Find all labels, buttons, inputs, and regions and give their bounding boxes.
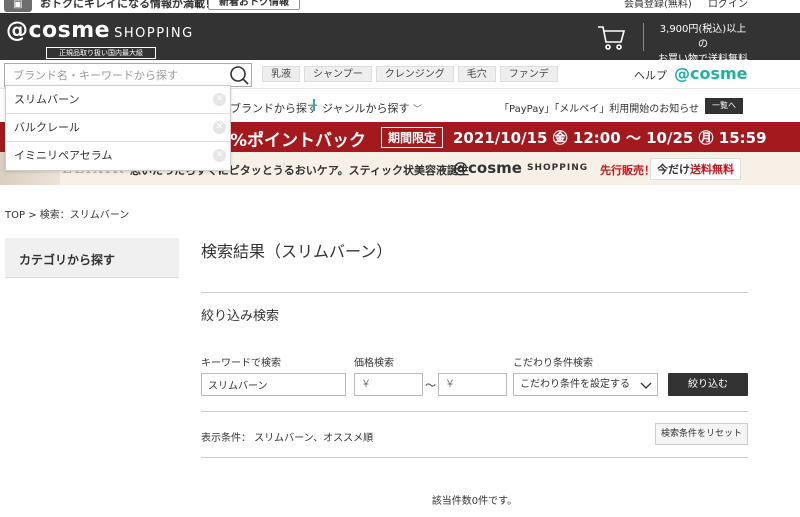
price-min-field[interactable] [354, 373, 423, 396]
member-register-link[interactable]: 会員登録(無料) [624, 0, 692, 10]
remove-icon[interactable]: ✕ [213, 93, 226, 106]
condition-select[interactable]: こだわり条件を設定する [513, 373, 658, 396]
suggestion-item[interactable]: バルクレール ✕ [6, 114, 230, 142]
divider [201, 411, 748, 412]
keyword-chip[interactable]: クレンジング [375, 66, 454, 82]
condition-label: こだわり条件検索 [513, 358, 593, 369]
login-link[interactable]: ログイン [708, 0, 748, 10]
popular-keywords: 乳液 シャンプー クレンジング 毛穴 ファンデ [262, 66, 558, 82]
keyword-chip[interactable]: 乳液 [262, 66, 300, 82]
site-logo[interactable]: @cosme SHOPPING 正規品取り扱い国内最大級 [6, 18, 194, 59]
display-conditions: 表示条件： スリムバーン、オススメ順 [201, 433, 374, 444]
keyword-chip[interactable]: ファンデ [499, 66, 558, 82]
suggestion-label: スリムバーン [14, 93, 80, 106]
keyword-label: キーワードで検索 [201, 358, 281, 369]
refine-button[interactable]: 絞り込む [668, 373, 748, 396]
banner-dates: 2021/10/15 ㊎ 12:00 〜 10/25 ㊊ 15:59 [453, 129, 767, 147]
sidebar-title[interactable]: カテゴリから探す [19, 251, 115, 268]
nav-brand-search[interactable]: ブランドから探す [230, 100, 318, 116]
top-promo-strip: ▣ おトクにキレイになる情報が満載！ 新着おトク情報 会員登録(無料) ログイン [0, 0, 800, 13]
elixir-free-shipping: 今だけ送料無料 [650, 158, 741, 180]
nav-genre-label: ジャンルから探す [322, 102, 410, 115]
site-header: @cosme SHOPPING 正規品取り扱い国内最大級 3,900円(税込)以上… [0, 13, 800, 65]
free-prefix: 今だけ [657, 163, 690, 176]
nav-separator [313, 99, 315, 111]
free-red: 送料無料 [690, 163, 734, 176]
help-link[interactable]: ヘルプ [634, 67, 667, 83]
search-suggestions: スリムバーン ✕ バルクレール ✕ イミニリペアセラム ✕ [5, 85, 231, 171]
cosme-link[interactable]: @cosme [674, 64, 748, 83]
reset-conditions-button[interactable]: 検索条件をリセット [655, 423, 748, 445]
keyword-chip[interactable]: 毛穴 [457, 66, 496, 82]
elixir-cosme-logo: @cosme [453, 159, 522, 177]
suggestion-item[interactable]: イミニリペアセラム ✕ [6, 142, 230, 170]
remove-icon[interactable]: ✕ [213, 121, 226, 134]
cart-icon[interactable] [596, 23, 626, 51]
result-count: 該当件数0件です。 [431, 496, 518, 507]
breadcrumb: TOP > 検索：スリムバーン [5, 206, 129, 221]
logo-shop: SHOPPING [114, 26, 194, 41]
chevron-down-icon [640, 378, 652, 390]
price-label: 価格検索 [354, 358, 394, 369]
condition-select-label: こだわり条件を設定する [520, 379, 630, 390]
notice-link[interactable]: 「PayPay」「メルペイ」利用開始のお知らせ [499, 100, 699, 115]
new-deals-button[interactable]: 新着おトク情報 [208, 0, 300, 10]
banner-limited-badge: 期間限定 [381, 127, 444, 148]
breadcrumb-separator: > [28, 210, 37, 221]
notice-list-button[interactable]: 一覧へ [705, 98, 743, 114]
search-icon[interactable] [228, 64, 250, 86]
elixir-presale: 先行販売！ [600, 164, 655, 177]
nav-genre-search[interactable]: ジャンルから探す ﹀ [322, 100, 422, 116]
promo-icon: ▣ [4, 0, 32, 12]
suggestion-label: イミニリペアセラム [14, 149, 113, 162]
keyword-field[interactable] [201, 373, 346, 396]
price-range-tilde: 〜 [425, 379, 436, 392]
elixir-shopping-logo: SHOPPING [527, 163, 589, 173]
breadcrumb-top[interactable]: TOP [5, 210, 25, 221]
header-divider [643, 23, 644, 51]
suggestion-label: バルクレール [14, 121, 80, 134]
logo-brand: @cosme [6, 18, 111, 43]
divider [201, 292, 748, 293]
logo-tagline: 正規品取り扱い国内最大級 [46, 47, 156, 59]
page-title: 検索結果（スリムバーン） [201, 242, 393, 261]
shipping-line1: 3,900円(税込)以上の [659, 24, 747, 50]
chevron-down-icon: ﹀ [412, 105, 422, 115]
breadcrumb-current: 検索：スリムバーン [39, 210, 130, 221]
search-row: 乳液 シャンプー クレンジング 毛穴 ファンデ ヘルプ @cosme [0, 60, 800, 88]
keyword-chip[interactable]: シャンプー [304, 66, 372, 82]
search-input[interactable] [4, 63, 252, 87]
banner-percent-text: %ポイントバック [230, 131, 367, 151]
promo-text[interactable]: おトクにキレイになる情報が満載！ [40, 0, 216, 11]
divider [201, 457, 748, 458]
refine-title: 絞り込み検索 [201, 309, 280, 324]
suggestion-item[interactable]: スリムバーン ✕ [6, 86, 230, 114]
remove-icon[interactable]: ✕ [213, 149, 226, 162]
category-sidebar: カテゴリから探す [5, 238, 179, 278]
price-max-field[interactable] [438, 373, 507, 396]
